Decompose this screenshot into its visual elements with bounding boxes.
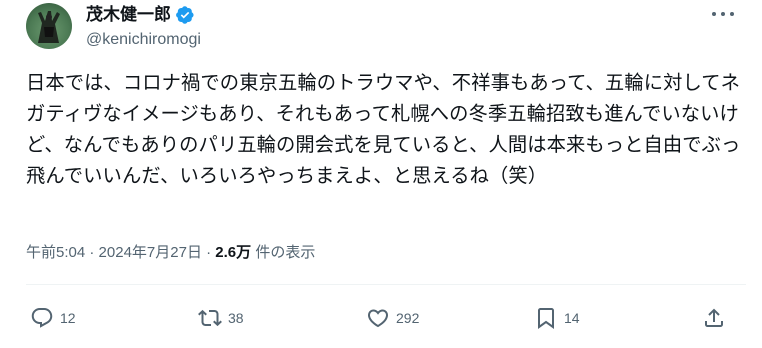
repost-count: 38 <box>228 310 244 326</box>
views-label[interactable]: 件の表示 <box>251 244 315 261</box>
like-count: 292 <box>396 310 420 326</box>
reply-icon <box>30 306 54 330</box>
repost-button[interactable]: 38 <box>198 306 244 330</box>
action-bar: 12 38 292 14 <box>26 300 736 340</box>
meta-separator: · <box>85 244 99 261</box>
verified-badge-icon <box>175 5 195 25</box>
divider <box>26 284 746 285</box>
author-name-row: 茂木健一郎 <box>86 4 195 26</box>
repost-icon <box>198 306 222 330</box>
views-count[interactable]: 2.6万 <box>215 244 251 261</box>
author-handle[interactable]: @kenichiromogi <box>86 30 201 50</box>
bookmark-icon <box>534 306 558 330</box>
avatar[interactable] <box>26 3 72 49</box>
more-dot <box>712 12 716 16</box>
bookmark-count: 14 <box>564 310 580 326</box>
more-dot <box>721 12 725 16</box>
bookmark-button[interactable]: 14 <box>534 306 580 330</box>
more-icon[interactable] <box>712 6 734 22</box>
tweet-date[interactable]: 2024年7月27日 <box>99 244 202 261</box>
tweet-time[interactable]: 午前5:04 <box>26 244 85 261</box>
reply-button[interactable]: 12 <box>30 306 76 330</box>
reply-count: 12 <box>60 310 76 326</box>
avatar-figure-icon <box>38 11 60 43</box>
author-display-name[interactable]: 茂木健一郎 <box>86 4 171 26</box>
more-dot <box>730 12 734 16</box>
meta-separator: · <box>201 244 216 261</box>
heart-icon <box>366 306 390 330</box>
tweet-card: 茂木健一郎 @kenichiromogi 日本では、コロナ禍での東京五輪のトラウ… <box>0 0 762 348</box>
share-button[interactable] <box>702 306 726 330</box>
tweet-meta: 午前5:04 · 2024年7月27日 · 2.6万 件の表示 <box>26 243 315 263</box>
share-icon <box>702 306 726 330</box>
like-button[interactable]: 292 <box>366 306 419 330</box>
tweet-text: 日本では、コロナ禍での東京五輪のトラウマや、不祥事もあって、五輪に対してネガティ… <box>26 73 741 187</box>
